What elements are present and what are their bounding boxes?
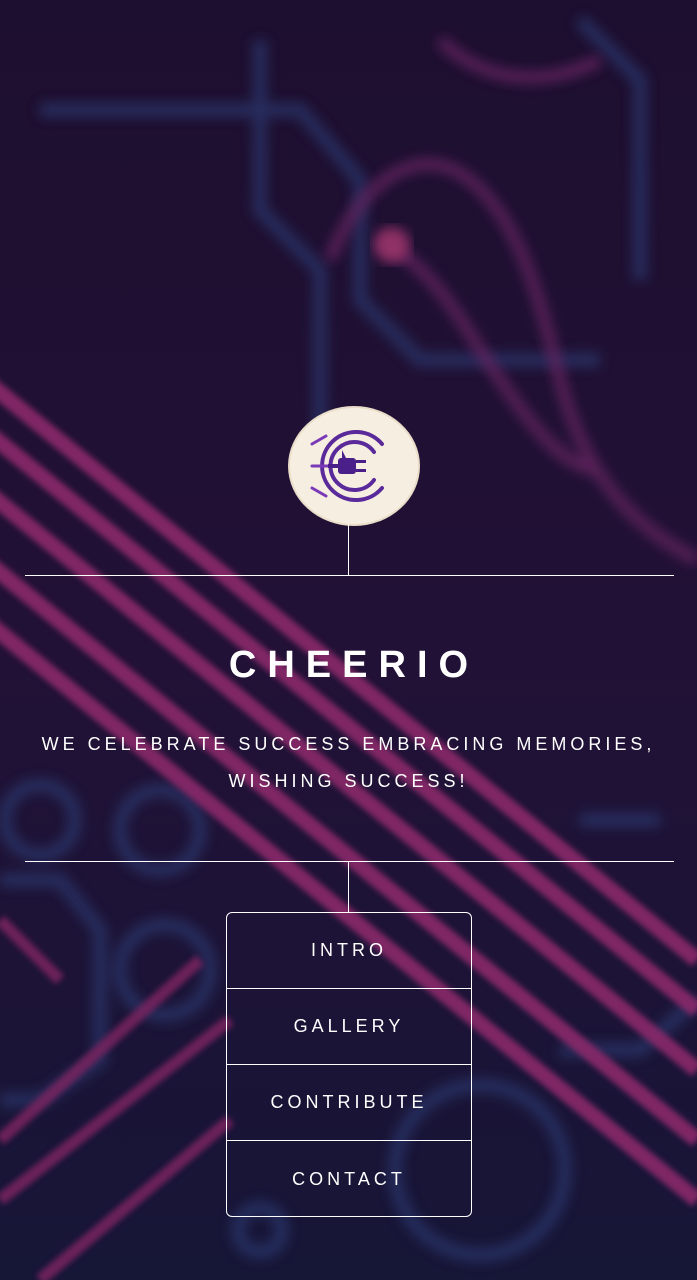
- tagline: WE CELEBRATE SUCCESS EMBRACING MEMORIES,…: [40, 726, 657, 800]
- bottom-divider: [25, 861, 674, 862]
- nav-item-contribute[interactable]: CONTRIBUTE: [227, 1065, 471, 1141]
- brand-logo[interactable]: [290, 408, 418, 524]
- menu-connector-line: [348, 861, 349, 912]
- nav-item-gallery[interactable]: GALLERY: [227, 989, 471, 1065]
- nav-item-intro[interactable]: INTRO: [227, 913, 471, 989]
- tagline-line-2: WISHING SUCCESS!: [228, 771, 469, 791]
- site-title: CHEERIO: [228, 644, 480, 686]
- plug-c-logo-icon: [310, 430, 384, 502]
- logo-connector-line: [348, 524, 349, 575]
- tagline-line-1: WE CELEBRATE SUCCESS EMBRACING MEMORIES,: [41, 734, 656, 754]
- main-nav: INTRO GALLERY CONTRIBUTE CONTACT: [226, 912, 472, 1217]
- nav-item-contact[interactable]: CONTACT: [227, 1141, 471, 1217]
- top-divider: [25, 575, 674, 576]
- landing-page: CHEERIO WE CELEBRATE SUCCESS EMBRACING M…: [0, 0, 697, 1280]
